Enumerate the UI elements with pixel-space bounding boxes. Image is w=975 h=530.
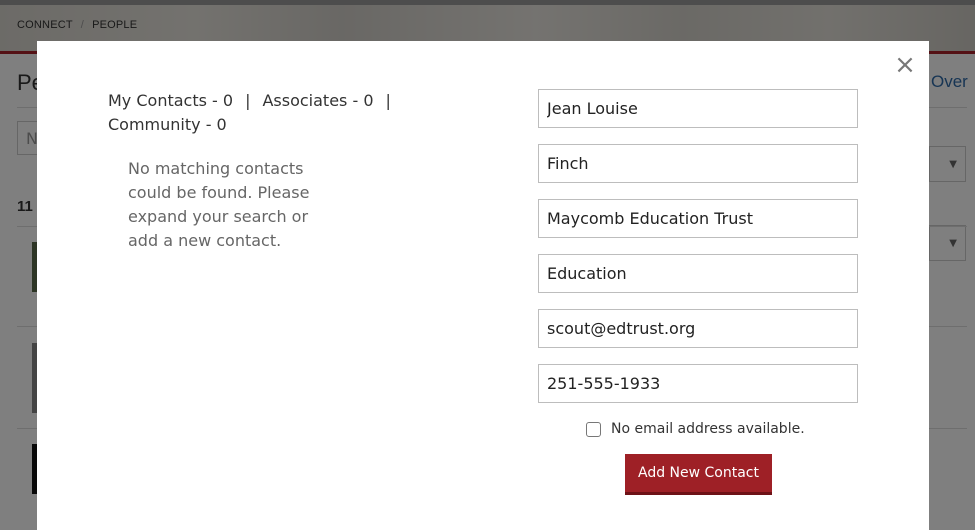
sector-field[interactable]	[538, 254, 858, 293]
no-email-label[interactable]: No email address available.	[611, 421, 805, 437]
phone-field[interactable]	[538, 364, 858, 403]
last-name-field[interactable]	[538, 144, 858, 183]
no-email-option: No email address available.	[586, 421, 805, 437]
contact-tabs: My Contacts - 0 | Associates - 0 | Communit…	[108, 89, 408, 137]
first-name-field[interactable]	[538, 89, 858, 128]
tab-associates[interactable]: Associates - 0	[262, 91, 373, 110]
email-field[interactable]	[538, 309, 858, 348]
add-contact-modal: × My Contacts - 0 | Associates - 0 | Commun…	[37, 41, 929, 530]
tab-separator: |	[245, 91, 251, 110]
tab-my-contacts[interactable]: My Contacts - 0	[108, 91, 233, 110]
tab-community[interactable]: Community - 0	[108, 115, 227, 134]
close-icon[interactable]: ×	[893, 52, 917, 78]
empty-results-message: No matching contacts could be found. Ple…	[128, 159, 310, 250]
add-new-contact-button[interactable]: Add New Contact	[625, 454, 772, 495]
tab-separator: |	[385, 91, 391, 110]
no-email-checkbox[interactable]	[586, 421, 601, 437]
organization-field[interactable]	[538, 199, 858, 238]
